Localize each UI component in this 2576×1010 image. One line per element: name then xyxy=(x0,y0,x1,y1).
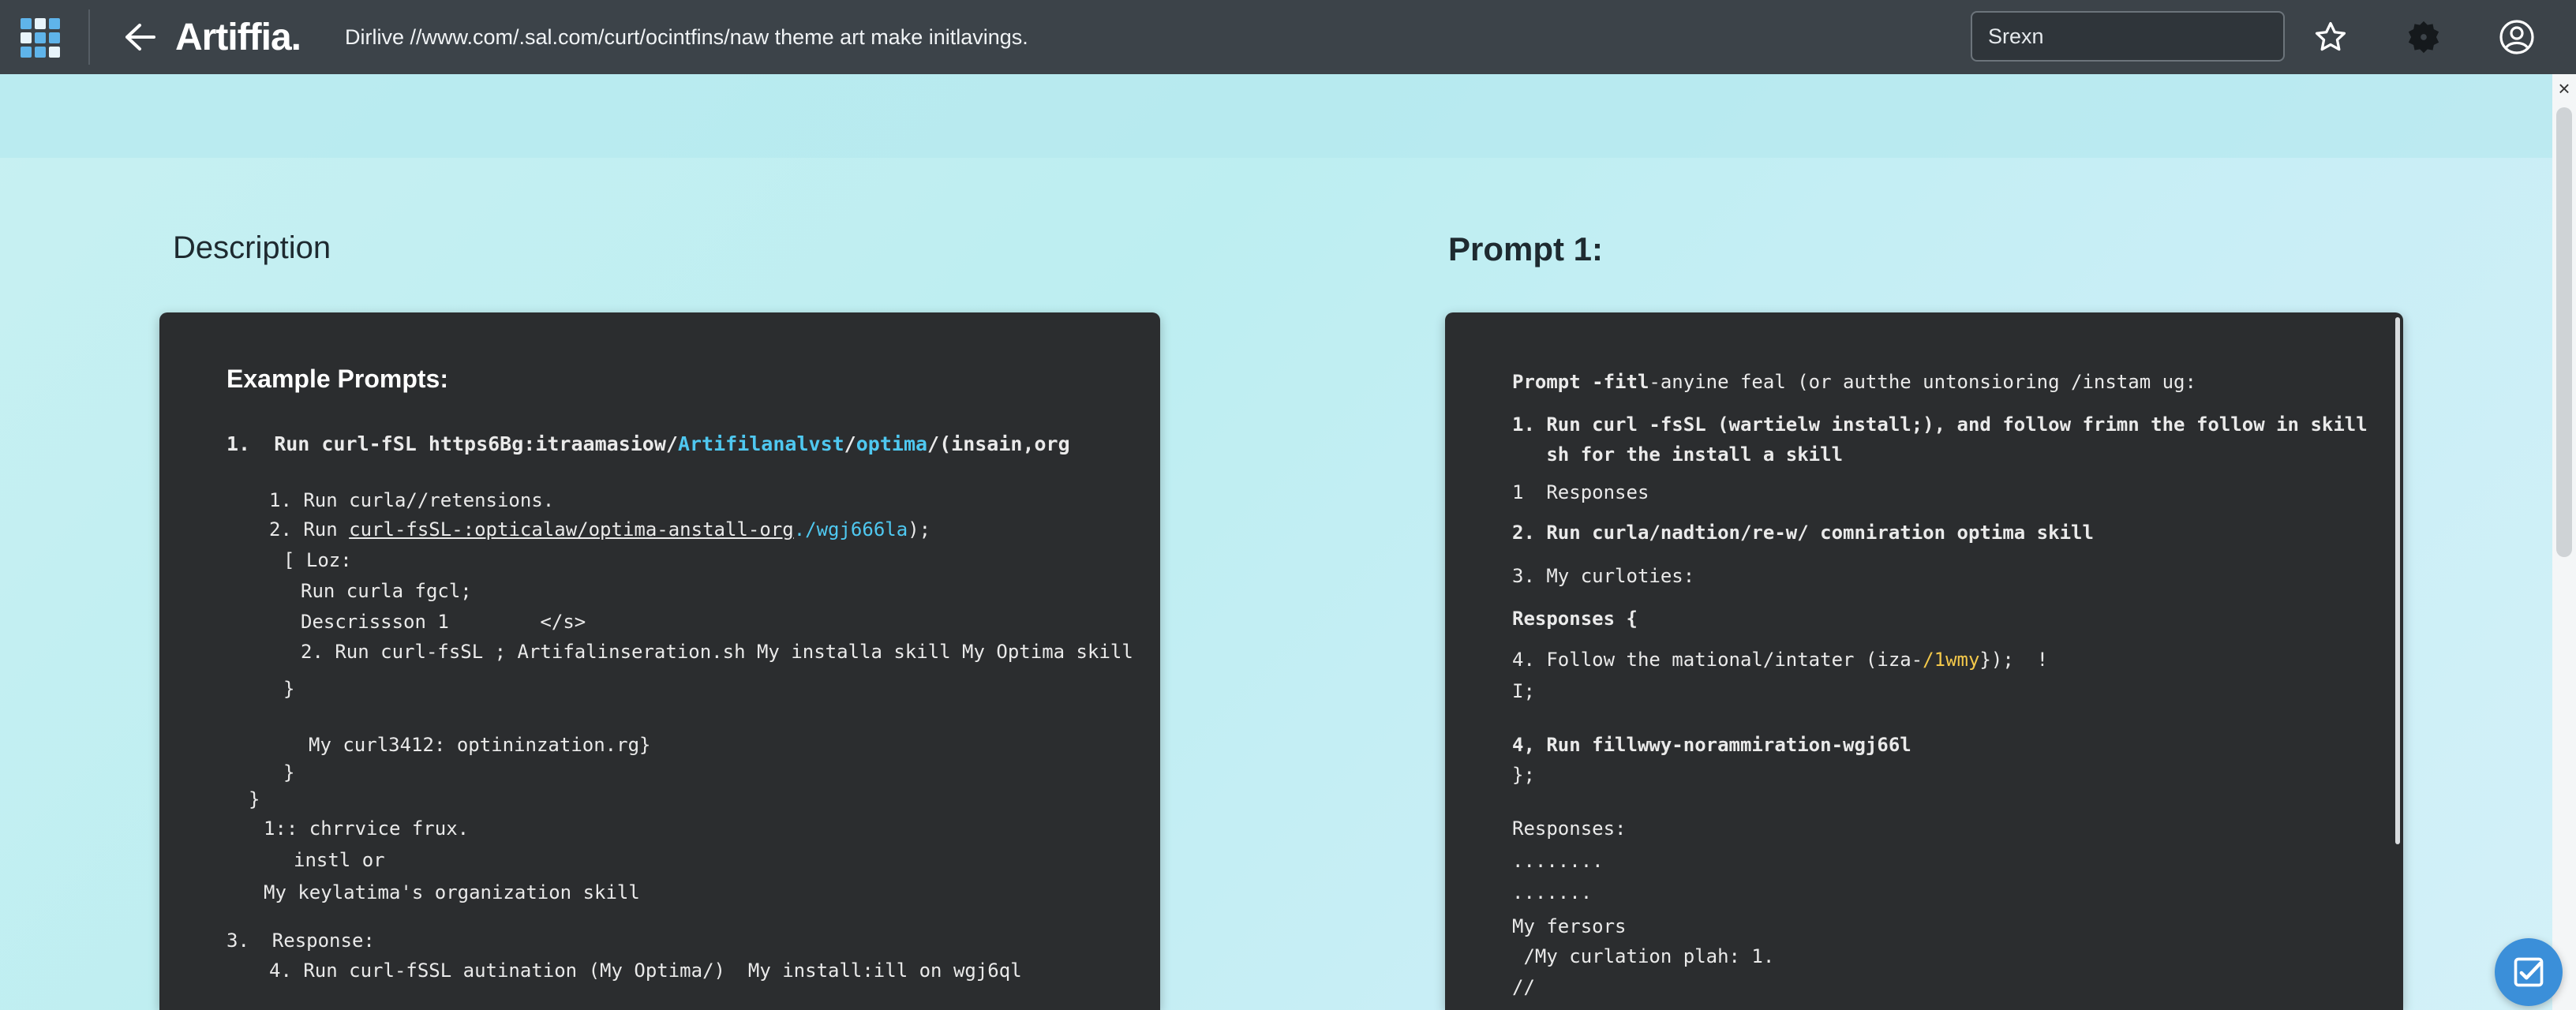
prompt-line: 3. Response: xyxy=(227,930,375,952)
link[interactable]: ./wgj666la xyxy=(794,518,908,541)
prompt-line: I; xyxy=(1512,680,1535,702)
prompt-line: 4. Run curl-fSSL autination (My Optima/)… xyxy=(269,960,1022,982)
prompt-line: } xyxy=(249,788,260,810)
sub-header-band xyxy=(0,74,2557,158)
checkbox-icon xyxy=(2514,957,2544,987)
prompt-line: 4. Follow the mational/intater (iza-/1wm… xyxy=(1512,649,2049,671)
prompt-line: My keylatima's organization skill xyxy=(264,881,640,903)
prompt-line: My curl3412: optininzation.rg} xyxy=(309,734,651,756)
prompt-line: 2. Run curl-fsSL ; Artifalinseration.sh … xyxy=(301,641,1133,663)
prompt-line: 1. Run curla//retensions. xyxy=(269,489,555,511)
prompt-line: Run curla fgcl; xyxy=(301,580,472,602)
close-icon[interactable]: × xyxy=(2553,77,2575,99)
search-input[interactable]: Srexn xyxy=(1971,11,2285,62)
star-icon[interactable] xyxy=(2311,17,2350,57)
example-prompts-heading: Example Prompts: xyxy=(227,365,448,393)
header-divider xyxy=(88,9,90,65)
prompt-line: My fersors xyxy=(1512,915,1627,937)
prompt-line: [ Loz: xyxy=(283,549,352,571)
prompt-panel: Prompt -fitl-anyine feal (or autthe unto… xyxy=(1445,312,2403,1010)
prompt-line: ....... xyxy=(1512,881,1593,903)
prompt-line: 2. Run curl-fsSL-:opticalaw/optima-ansta… xyxy=(269,518,931,541)
url-bar[interactable]: Dirlive //www.com/.sal.com/curt/ocintfin… xyxy=(345,25,1028,50)
page-scrollbar-thumb[interactable] xyxy=(2556,107,2572,557)
prompt-line: Prompt -fitl-anyine feal (or autthe unto… xyxy=(1512,371,2196,393)
checkbox-action-button[interactable] xyxy=(2495,938,2563,1006)
panel-scrollbar[interactable] xyxy=(2395,317,2400,844)
prompt-line: 3. My curloties: xyxy=(1512,565,1695,587)
link[interactable]: curl-fsSL-:opticalaw/optima-anstall-org xyxy=(349,518,794,541)
prompt-line: 2. Run curla/nadtion/re-w/ comniration o… xyxy=(1512,522,2094,544)
link[interactable]: optima xyxy=(856,432,927,455)
prompt-line: Descrissson 1 </s> xyxy=(301,611,586,633)
prompt-line: 1:: chrrvice frux. xyxy=(264,817,470,840)
link[interactable]: Artifilanalvst xyxy=(678,432,844,455)
prompt-line: Responses: xyxy=(1512,817,1627,840)
prompt-line: /My curlation plah: 1. xyxy=(1512,945,1775,967)
prompt-line: instl or xyxy=(294,849,385,871)
prompt-line: 4, Run fillwwy-norammiration-wgj66l xyxy=(1512,734,1911,756)
account-icon[interactable] xyxy=(2497,17,2537,57)
prompt-line: sh for the install a skill xyxy=(1512,443,1844,466)
prompt-line: } xyxy=(283,761,295,784)
prompt-line: }; xyxy=(1512,764,1535,786)
prompt-line: } xyxy=(283,678,295,700)
prompt-line: Responses { xyxy=(1512,608,1638,630)
description-panel: Example Prompts: 1. Run curl-fSL https6B… xyxy=(159,312,1160,1010)
prompt-heading: Prompt 1: xyxy=(1448,230,1604,267)
puzzle-extension-icon[interactable] xyxy=(2404,17,2443,57)
prompt-line: // xyxy=(1512,976,1535,998)
prompt-line: ........ xyxy=(1512,850,1604,872)
brand-logo[interactable]: Artiffia. xyxy=(175,16,301,59)
apps-grid-icon[interactable] xyxy=(21,18,65,58)
prompt-line: 1. Run curl -fsSL (wartielw install;), a… xyxy=(1512,413,2368,436)
back-arrow-icon[interactable] xyxy=(122,19,158,55)
description-heading: Description xyxy=(173,230,331,265)
prompt-line: 1. Run curl-fSL https6Bg:itraamasiow/Art… xyxy=(227,432,1070,455)
prompt-line: 1 Responses xyxy=(1512,481,1649,503)
